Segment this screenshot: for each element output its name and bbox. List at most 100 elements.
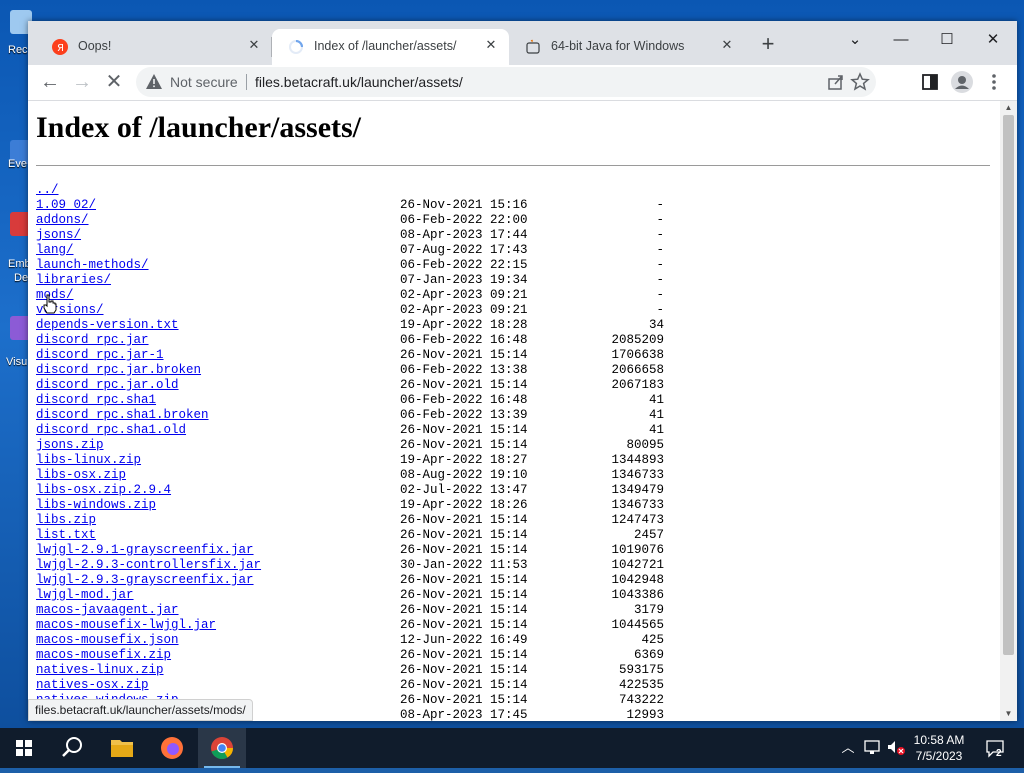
file-link[interactable]: libs-osx.zip (36, 468, 126, 483)
network-icon[interactable] (862, 738, 882, 758)
directory-listing: ../ 1.09_02/26-Nov-2021 15:16- addons/06-… (36, 183, 664, 721)
close-icon[interactable]: ✕ (481, 35, 501, 55)
chrome-button[interactable] (198, 728, 246, 768)
address-bar[interactable]: Not secure files.betacraft.uk/launcher/a… (136, 67, 876, 97)
file-link[interactable]: macos-mousefix-lwjgl.jar (36, 618, 216, 633)
modified-date: 26-Nov-2021 15:14 (400, 648, 528, 662)
list-item: discord_rpc.jar 06-Feb-2022 16:48 2085209 (36, 333, 664, 348)
desktop-shortcut-icon[interactable]: Visu (0, 316, 32, 376)
scroll-down-arrow[interactable]: ▼ (1000, 707, 1017, 721)
file-link[interactable]: jsons/ (36, 228, 81, 243)
profile-avatar-icon[interactable] (950, 70, 974, 94)
close-icon[interactable]: ✕ (717, 35, 737, 55)
close-window-button[interactable]: ✕ (970, 25, 1016, 55)
file-link[interactable]: natives-linux.zip (36, 663, 164, 678)
url-text[interactable]: files.betacraft.uk/launcher/assets/ (255, 74, 463, 90)
file-link[interactable]: discord_rpc.jar-1 (36, 348, 164, 363)
scroll-up-arrow[interactable]: ▲ (1000, 101, 1017, 115)
file-link[interactable]: libs.zip (36, 513, 96, 528)
file-link[interactable]: lwjgl-2.9.1-grayscreenfix.jar (36, 543, 254, 558)
desktop-shortcut-icon[interactable]: Emb De (0, 212, 32, 284)
modified-date: 19-Apr-2022 18:27 (400, 453, 528, 467)
file-link[interactable]: discord_rpc.jar.broken (36, 363, 201, 378)
parent-directory-link[interactable]: ../ (36, 183, 59, 198)
desktop-shortcut-icon[interactable]: Eve (0, 140, 32, 200)
recycle-bin-icon[interactable]: Rec (0, 10, 32, 70)
file-link[interactable]: list.txt (36, 528, 96, 543)
modified-date: 26-Nov-2021 15:14 (400, 438, 528, 452)
file-link[interactable]: jsons.zip (36, 438, 104, 453)
list-item: 1.09_02/26-Nov-2021 15:16 - (36, 198, 664, 213)
maximize-button[interactable]: ☐ (924, 25, 970, 55)
list-item: lwjgl-mod.jar 26-Nov-2021 15:14 1043386 (36, 588, 664, 603)
file-link[interactable]: discord_rpc.sha1 (36, 393, 156, 408)
modified-date: 08-Apr-2023 17:44 (400, 228, 528, 242)
java-icon (525, 39, 541, 55)
chevron-up-icon[interactable]: ︿ (838, 738, 858, 758)
stop-loading-button[interactable]: ✕ (100, 68, 128, 96)
file-link[interactable]: addons/ (36, 213, 89, 228)
file-link[interactable]: libs-windows.zip (36, 498, 156, 513)
firefox-button[interactable] (148, 728, 196, 768)
file-link[interactable]: depends-version.txt (36, 318, 179, 333)
search-button[interactable] (48, 728, 96, 768)
desktop-icon-label: Eve (8, 158, 27, 170)
modified-date: 30-Jan-2022 11:53 (400, 558, 528, 572)
menu-kebab-icon[interactable] (982, 70, 1006, 94)
tab-index-assets[interactable]: Index of /launcher/assets/ ✕ (272, 29, 509, 65)
vertical-scrollbar[interactable]: ▲ ▼ (1000, 101, 1017, 721)
list-item: natives-linux.zip 26-Nov-2021 15:14 593175 (36, 663, 664, 678)
svg-text:Я: Я (57, 43, 64, 54)
file-link[interactable]: lwjgl-2.9.3-controllersfix.jar (36, 558, 261, 573)
tab-java[interactable]: 64-bit Java for Windows ✕ (509, 29, 745, 65)
side-panel-icon[interactable] (918, 70, 942, 94)
list-item: discord_rpc.sha1.broken 06-Feb-2022 13:39… (36, 408, 664, 423)
file-explorer-button[interactable] (98, 728, 146, 768)
modified-date: 26-Nov-2021 15:14 (400, 528, 528, 542)
notifications-icon[interactable]: 2 (984, 738, 1008, 759)
file-link[interactable]: macos-javaagent.jar (36, 603, 179, 618)
new-tab-button[interactable]: + (756, 33, 780, 57)
warning-icon[interactable] (145, 73, 163, 91)
back-button[interactable]: ← (36, 68, 64, 96)
bookmark-star-icon[interactable] (848, 70, 872, 94)
tab-strip: Я Oops! ✕ Index of /launcher/assets/ ✕ 6… (28, 21, 1017, 65)
file-link[interactable]: lang/ (36, 243, 74, 258)
desktop-icon-label: De (14, 272, 29, 284)
file-link[interactable]: libs-linux.zip (36, 453, 141, 468)
file-link[interactable]: macos-mousefix.json (36, 633, 179, 648)
file-link[interactable]: natives-osx.zip (36, 678, 149, 693)
list-item: natives-osx.zip 26-Nov-2021 15:14 422535 (36, 678, 664, 693)
file-size: 1042721 (611, 558, 664, 572)
file-link[interactable]: lwjgl-mod.jar (36, 588, 134, 603)
modified-date: 02-Apr-2023 09:21 (400, 303, 528, 317)
file-link[interactable]: 1.09_02/ (36, 198, 96, 213)
minimize-button[interactable]: — (878, 25, 924, 55)
file-link[interactable]: discord_rpc.jar (36, 333, 149, 348)
file-link[interactable]: libs-osx.zip.2.9.4 (36, 483, 171, 498)
file-link[interactable]: discord_rpc.sha1.old (36, 423, 186, 438)
system-clock[interactable]: 10:58 AM 7/5/2023 (904, 732, 974, 764)
desktop-icon-label: Rec (8, 44, 28, 56)
forward-button[interactable]: → (68, 68, 96, 96)
list-item: libs.zip 26-Nov-2021 15:14 1247473 (36, 513, 664, 528)
file-size: 80095 (626, 438, 664, 452)
tab-oops[interactable]: Я Oops! ✕ (36, 29, 272, 65)
not-secure-label[interactable]: Not secure (170, 74, 238, 90)
file-link[interactable]: discord_rpc.jar.old (36, 378, 179, 393)
file-link[interactable]: discord_rpc.sha1.broken (36, 408, 209, 423)
scrollbar-thumb[interactable] (1003, 115, 1014, 655)
file-link[interactable]: macos-mousefix.zip (36, 648, 171, 663)
file-link[interactable]: libraries/ (36, 273, 111, 288)
file-size: 1706638 (611, 348, 664, 362)
clock-date: 7/5/2023 (915, 749, 963, 763)
file-link[interactable]: launch-methods/ (36, 258, 149, 273)
start-button[interactable] (0, 728, 48, 768)
share-icon[interactable] (824, 70, 848, 94)
close-icon[interactable]: ✕ (244, 35, 264, 55)
file-link[interactable]: lwjgl-2.9.3-grayscreenfix.jar (36, 573, 254, 588)
modified-date: 06-Feb-2022 16:48 (400, 393, 528, 407)
tab-search-icon[interactable]: ⌄ (832, 25, 878, 55)
modified-date: 26-Nov-2021 15:14 (400, 663, 528, 677)
volume-muted-icon[interactable] (886, 738, 906, 758)
